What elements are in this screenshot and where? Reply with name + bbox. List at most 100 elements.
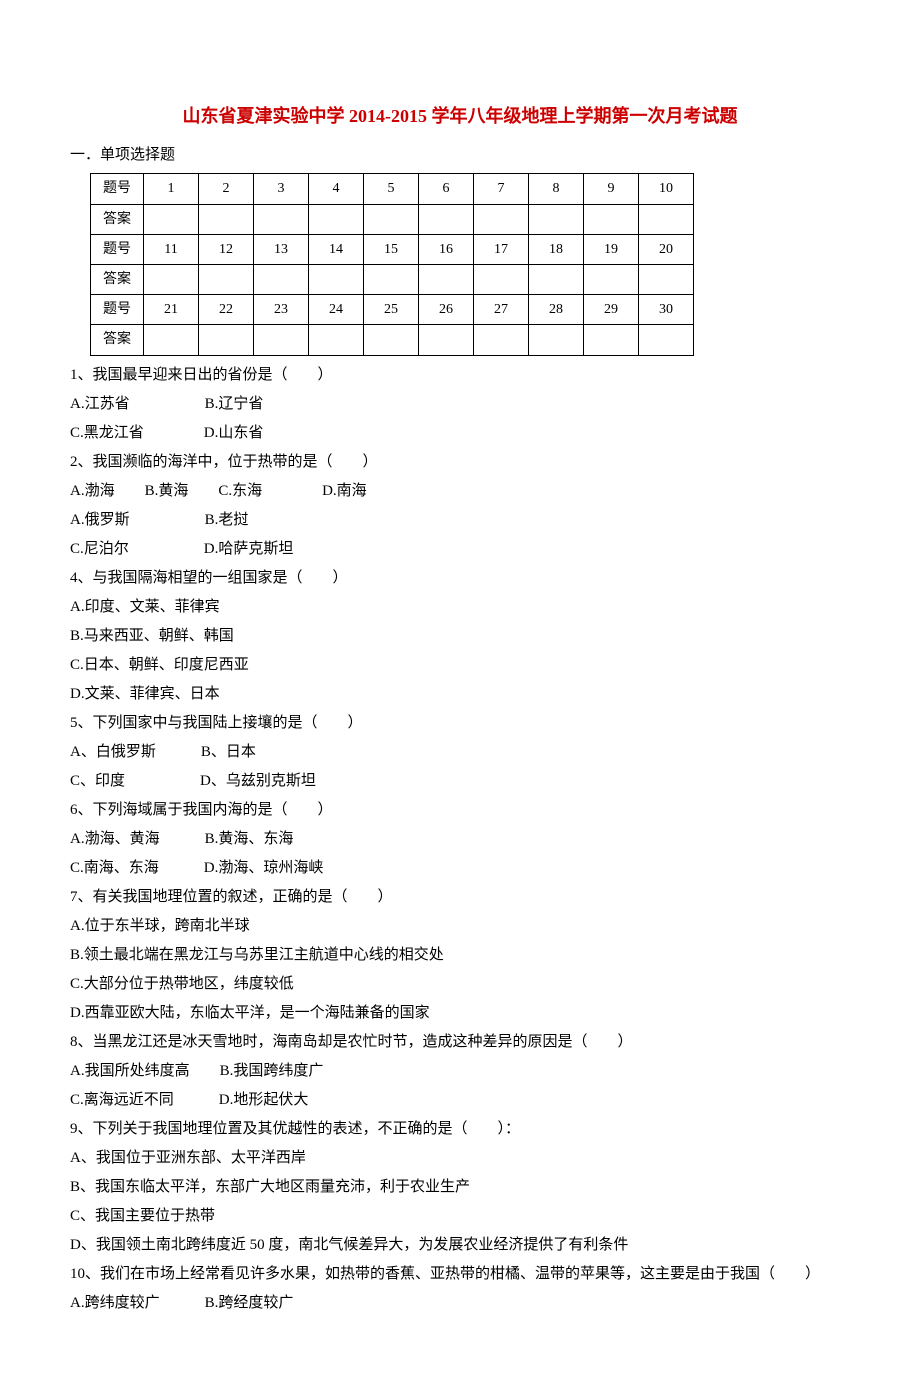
- question-option: A.印度、文莱、菲律宾: [70, 594, 850, 621]
- question-option: C、我国主要位于热带: [70, 1203, 850, 1230]
- grid-cell: 7: [474, 174, 529, 204]
- grid-blank: [529, 204, 584, 234]
- grid-cell: 14: [309, 234, 364, 264]
- question-option: A.我国所处纬度高 B.我国跨纬度广: [70, 1058, 850, 1085]
- question-option: B、我国东临太平洋，东部广大地区雨量充沛，利于农业生产: [70, 1174, 850, 1201]
- grid-cell: 13: [254, 234, 309, 264]
- question-option: A.渤海、黄海 B.黄海、东海: [70, 826, 850, 853]
- grid-blank: [419, 204, 474, 234]
- grid-cell: 6: [419, 174, 474, 204]
- grid-cell: 9: [584, 174, 639, 204]
- grid-cell: 27: [474, 295, 529, 325]
- grid-cell: 22: [199, 295, 254, 325]
- grid-label-a: 答案: [91, 264, 144, 294]
- question-stem: 8、当黑龙江还是冰天雪地时，海南岛却是农忙时节，造成这种差异的原因是（ ）: [70, 1029, 850, 1056]
- grid-cell: 11: [144, 234, 199, 264]
- section-heading: 一．单项选择题: [70, 142, 850, 169]
- question-option: A.跨纬度较广 B.跨经度较广: [70, 1290, 850, 1317]
- grid-blank: [639, 264, 694, 294]
- question-stem: 6、下列海域属于我国内海的是（ ）: [70, 797, 850, 824]
- grid-label-q: 题号: [91, 234, 144, 264]
- question-option: C.大部分位于热带地区，纬度较低: [70, 971, 850, 998]
- question-stem: 2、我国濒临的海洋中，位于热带的是（ ）: [70, 449, 850, 476]
- question-option: C.日本、朝鲜、印度尼西亚: [70, 652, 850, 679]
- grid-blank: [584, 325, 639, 355]
- grid-cell: 15: [364, 234, 419, 264]
- question-option: A、白俄罗斯 B、日本: [70, 739, 850, 766]
- grid-blank: [144, 204, 199, 234]
- grid-cell: 2: [199, 174, 254, 204]
- grid-cell: 29: [584, 295, 639, 325]
- grid-blank: [364, 264, 419, 294]
- grid-blank: [309, 204, 364, 234]
- grid-blank: [474, 204, 529, 234]
- question-option: A.江苏省 B.辽宁省: [70, 391, 850, 418]
- grid-label-q: 题号: [91, 174, 144, 204]
- grid-blank: [254, 325, 309, 355]
- question-stem: 1、我国最早迎来日出的省份是（ ）: [70, 362, 850, 389]
- grid-cell: 26: [419, 295, 474, 325]
- grid-label-a: 答案: [91, 325, 144, 355]
- question-option: D.西靠亚欧大陆，东临太平洋，是一个海陆兼备的国家: [70, 1000, 850, 1027]
- grid-blank: [474, 325, 529, 355]
- question-option: A、我国位于亚洲东部、太平洋西岸: [70, 1145, 850, 1172]
- questions-container: 1、我国最早迎来日出的省份是（ ）A.江苏省 B.辽宁省C.黑龙江省 D.山东省…: [70, 362, 850, 1317]
- grid-blank: [199, 325, 254, 355]
- grid-blank: [364, 325, 419, 355]
- question-option: C、印度 D、乌兹别克斯坦: [70, 768, 850, 795]
- grid-cell: 12: [199, 234, 254, 264]
- grid-blank: [474, 264, 529, 294]
- grid-blank: [199, 204, 254, 234]
- question-option: A.位于东半球，跨南北半球: [70, 913, 850, 940]
- grid-blank: [419, 264, 474, 294]
- question-option: D、我国领土南北跨纬度近 50 度，南北气候差异大，为发展农业经济提供了有利条件: [70, 1232, 850, 1259]
- grid-cell: 3: [254, 174, 309, 204]
- grid-blank: [364, 204, 419, 234]
- grid-cell: 18: [529, 234, 584, 264]
- answer-grid: 题号 1 2 3 4 5 6 7 8 9 10 答案 题号 11 12 13 1…: [90, 173, 694, 355]
- page-title: 山东省夏津实验中学 2014-2015 学年八年级地理上学期第一次月考试题: [70, 100, 850, 132]
- grid-cell: 20: [639, 234, 694, 264]
- grid-blank: [144, 325, 199, 355]
- grid-cell: 24: [309, 295, 364, 325]
- grid-blank: [419, 325, 474, 355]
- grid-label-q: 题号: [91, 295, 144, 325]
- question-option: A.渤海 B.黄海 C.东海 D.南海: [70, 478, 850, 505]
- question-option: C.离海远近不同 D.地形起伏大: [70, 1087, 850, 1114]
- question-stem: 5、下列国家中与我国陆上接壤的是（ ）: [70, 710, 850, 737]
- grid-cell: 1: [144, 174, 199, 204]
- grid-blank: [309, 325, 364, 355]
- grid-blank: [529, 325, 584, 355]
- grid-blank: [584, 264, 639, 294]
- grid-blank: [309, 264, 364, 294]
- grid-cell: 23: [254, 295, 309, 325]
- question-option: C.南海、东海 D.渤海、琼州海峡: [70, 855, 850, 882]
- question-stem: 4、与我国隔海相望的一组国家是（ ）: [70, 565, 850, 592]
- question-option: C.黑龙江省 D.山东省: [70, 420, 850, 447]
- grid-cell: 19: [584, 234, 639, 264]
- question-option: B.领土最北端在黑龙江与乌苏里江主航道中心线的相交处: [70, 942, 850, 969]
- grid-cell: 21: [144, 295, 199, 325]
- grid-blank: [144, 264, 199, 294]
- grid-cell: 17: [474, 234, 529, 264]
- grid-cell: 5: [364, 174, 419, 204]
- question-option: A.俄罗斯 B.老挝: [70, 507, 850, 534]
- question-stem: 7、有关我国地理位置的叙述，正确的是（ ）: [70, 884, 850, 911]
- grid-cell: 8: [529, 174, 584, 204]
- grid-cell: 28: [529, 295, 584, 325]
- grid-blank: [199, 264, 254, 294]
- grid-cell: 10: [639, 174, 694, 204]
- grid-blank: [639, 204, 694, 234]
- question-option: C.尼泊尔 D.哈萨克斯坦: [70, 536, 850, 563]
- grid-blank: [254, 264, 309, 294]
- question-stem: 10、我们在市场上经常看见许多水果，如热带的香蕉、亚热带的柑橘、温带的苹果等，这…: [70, 1261, 850, 1288]
- grid-cell: 30: [639, 295, 694, 325]
- grid-cell: 25: [364, 295, 419, 325]
- grid-blank: [639, 325, 694, 355]
- question-option: B.马来西亚、朝鲜、韩国: [70, 623, 850, 650]
- grid-label-a: 答案: [91, 204, 144, 234]
- question-option: D.文莱、菲律宾、日本: [70, 681, 850, 708]
- grid-cell: 4: [309, 174, 364, 204]
- grid-blank: [529, 264, 584, 294]
- grid-cell: 16: [419, 234, 474, 264]
